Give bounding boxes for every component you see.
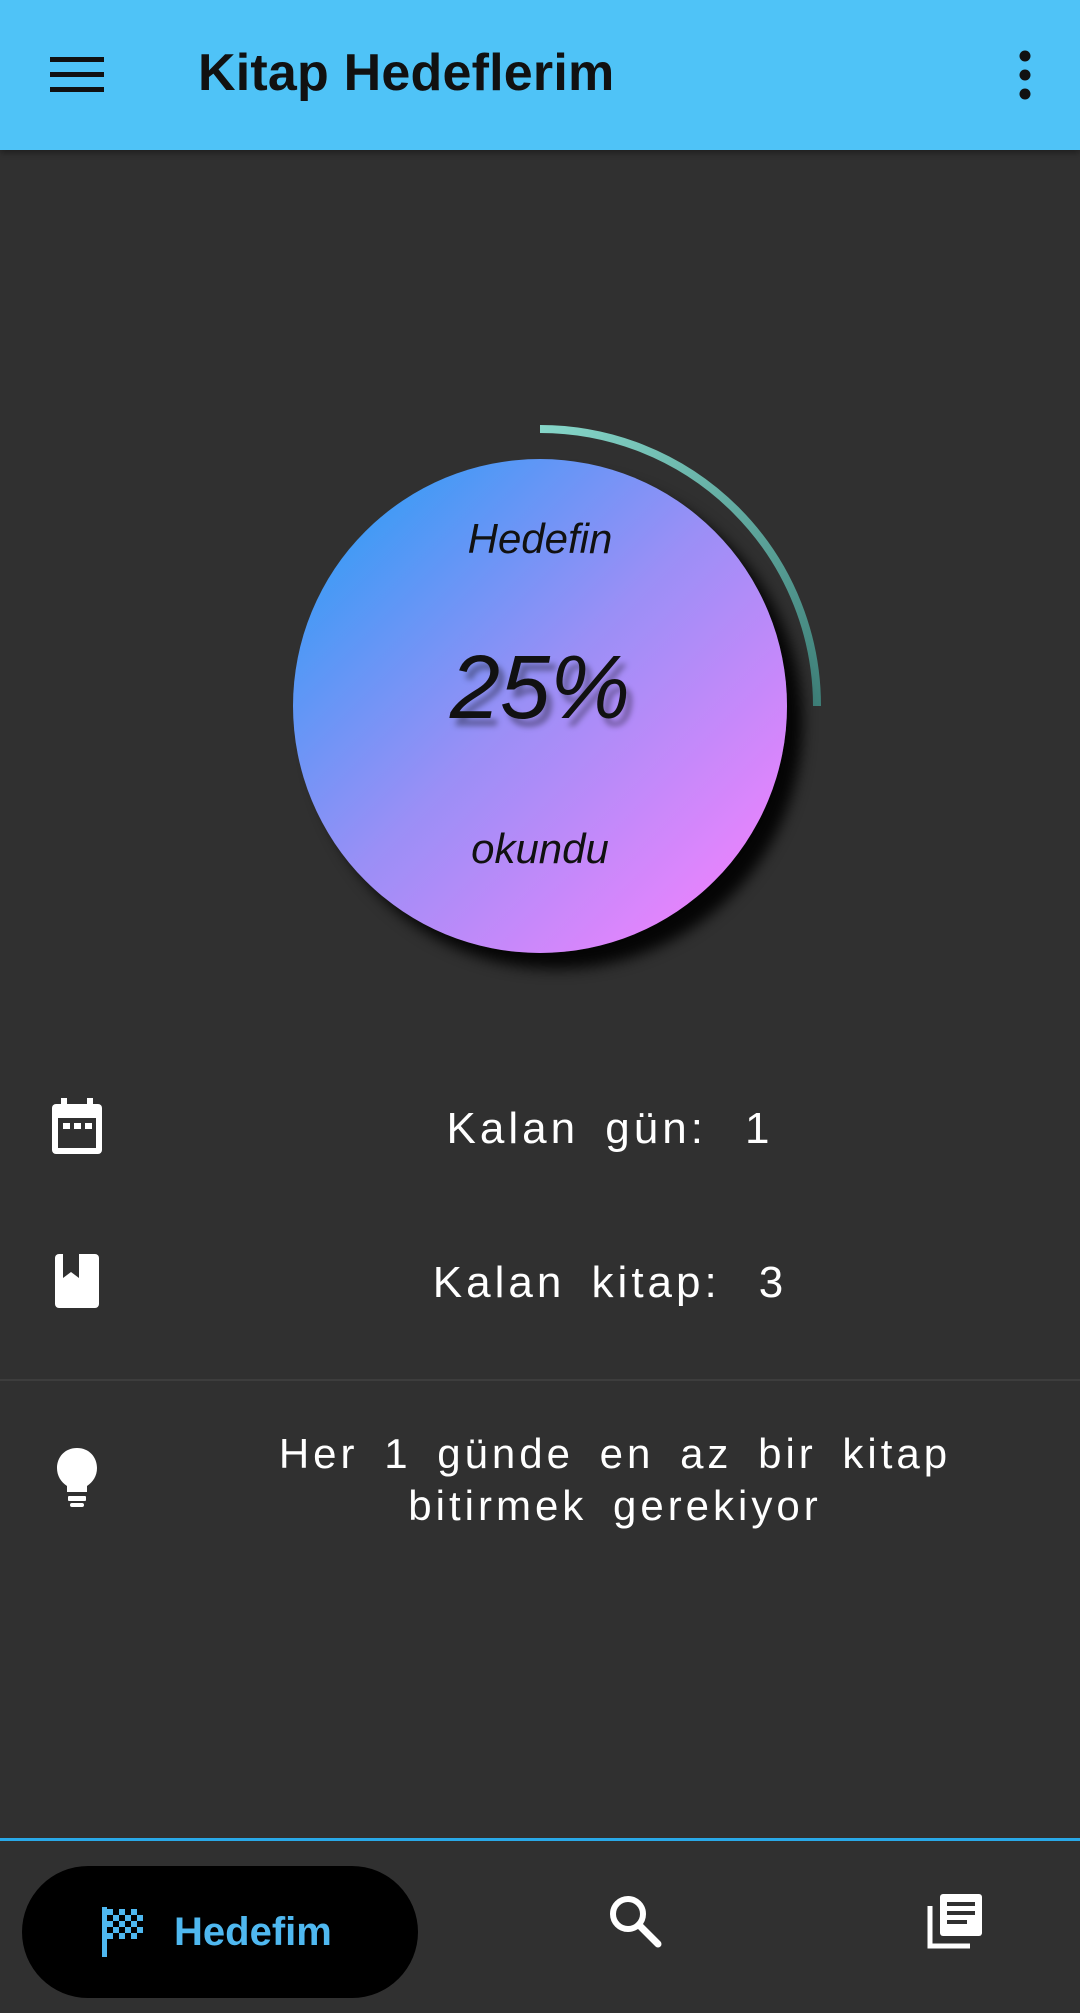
- tip-text: Her 1 günde en az bir kitap bitirmek ger…: [278, 1430, 952, 1529]
- book-icon: [40, 1248, 114, 1314]
- app-bar: Kitap Hedeflerim: [0, 0, 1080, 150]
- remaining-books-label: Kalan kitap:: [432, 1258, 721, 1307]
- nav-item-library[interactable]: [920, 1886, 990, 1956]
- nav-label-hedefim: Hedefim: [174, 1909, 332, 1954]
- more-vert-icon[interactable]: [990, 40, 1060, 110]
- remaining-books-text: Kalan kitap: 3: [140, 1258, 1080, 1308]
- flag-icon: [102, 1907, 143, 1957]
- progress-percent: 25%: [449, 638, 631, 738]
- menu-icon[interactable]: [40, 45, 114, 105]
- nav-item-hedefim[interactable]: Hedefim: [22, 1866, 418, 1998]
- calendar-icon: [40, 1094, 114, 1160]
- progress-circle: Hedefin 25% okundu: [293, 459, 787, 953]
- search-icon: [610, 1896, 662, 1948]
- remaining-days-row: Kalan gün: 1: [0, 1082, 1080, 1172]
- remaining-books-row: Kalan kitap: 3: [0, 1236, 1080, 1326]
- remaining-days-text: Kalan gün: 1: [140, 1104, 1080, 1154]
- lightbulb-icon: [40, 1440, 114, 1514]
- library-icon: [927, 1894, 982, 1949]
- progress-label-bottom: okundu: [471, 825, 609, 872]
- progress-indicator: Hedefin 25% okundu: [270, 410, 830, 970]
- nav-item-search[interactable]: [600, 1886, 670, 1956]
- remaining-books-value: 3: [758, 1258, 788, 1307]
- bottom-navigation: Hedefim: [0, 1838, 1080, 2013]
- remaining-days-value: 1: [744, 1104, 774, 1153]
- page-title: Kitap Hedeflerim: [198, 44, 615, 102]
- remaining-days-label: Kalan gün:: [446, 1104, 707, 1153]
- progress-label-top: Hedefin: [467, 515, 613, 562]
- divider: [0, 1379, 1080, 1381]
